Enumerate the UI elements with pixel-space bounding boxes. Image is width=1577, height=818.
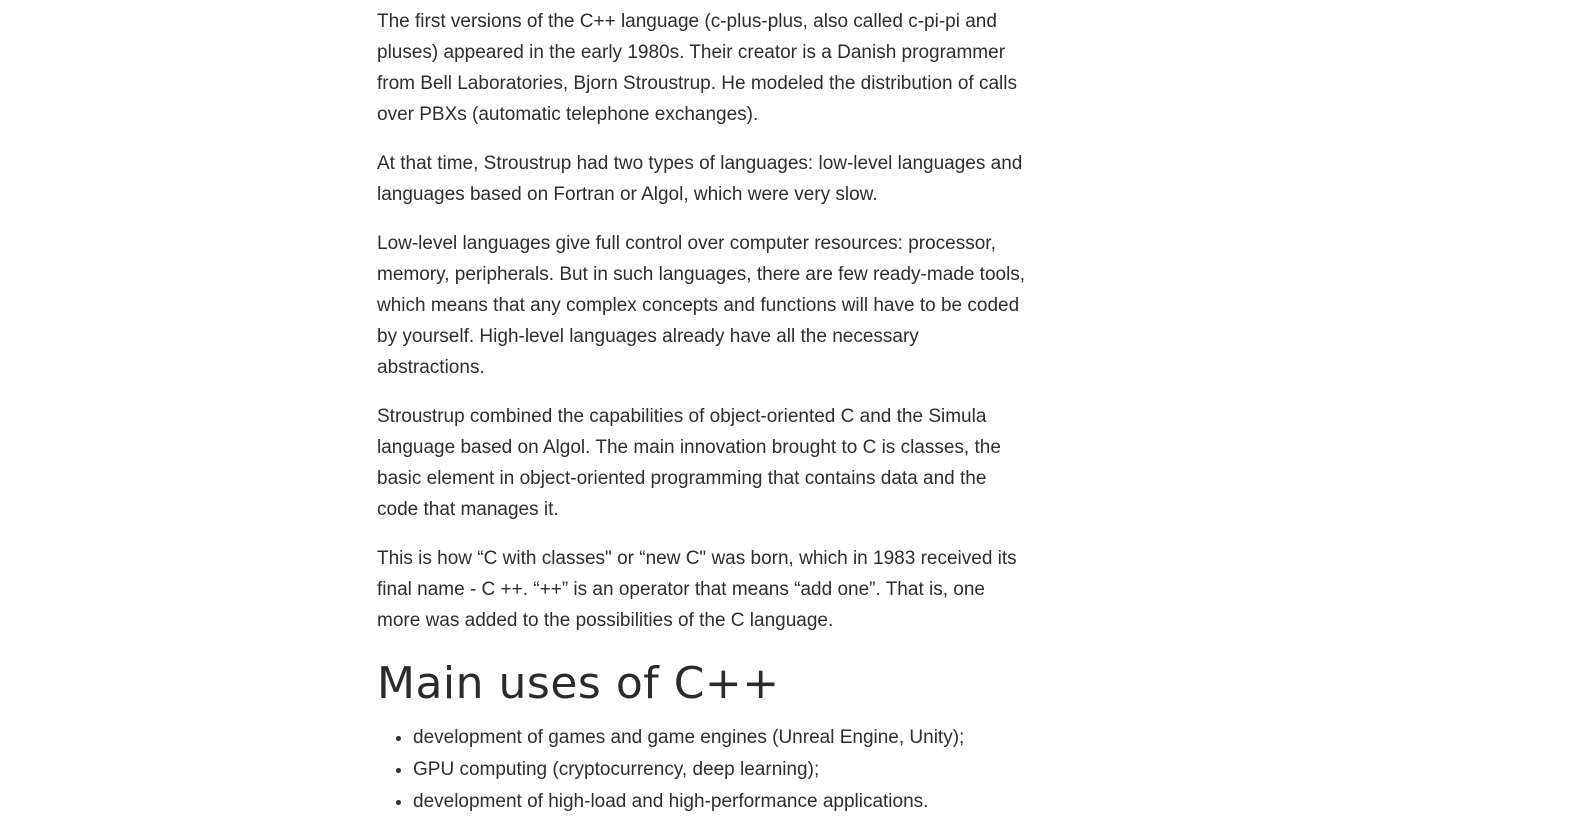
list-item: GPU computing (cryptocurrency, deep lear… bbox=[413, 754, 1027, 786]
paragraph-name-origin: This is how “C with classes" or “new C" … bbox=[377, 548, 1017, 631]
article-body: The first versions of the C++ language (… bbox=[377, 0, 1027, 818]
paragraph-stroustrup-combination: Stroustrup combined the capabilities of … bbox=[377, 406, 1001, 520]
uses-list: development of games and game engines (U… bbox=[377, 722, 1027, 818]
paragraph-language-types: At that time, Stroustrup had two types o… bbox=[377, 153, 1023, 205]
paragraph-history-origins: The first versions of the C++ language (… bbox=[377, 11, 1017, 125]
paragraph-low-level-languages: Low-level languages give full control ov… bbox=[377, 233, 1026, 378]
list-item: development of high-load and high-perfor… bbox=[413, 786, 1027, 818]
list-item: development of games and game engines (U… bbox=[413, 722, 1027, 754]
section-heading-main-uses: Main uses of C++ bbox=[377, 658, 780, 709]
